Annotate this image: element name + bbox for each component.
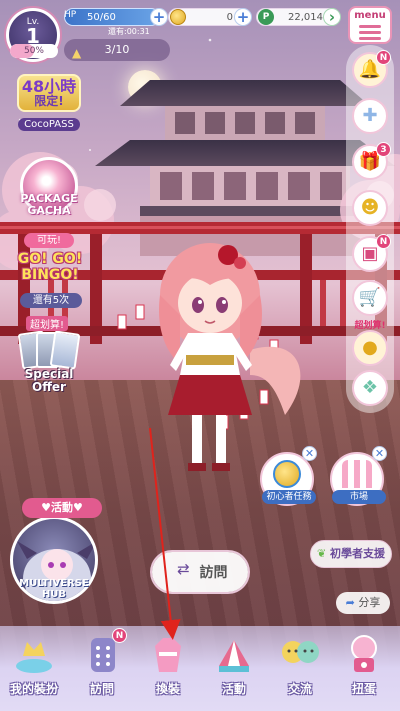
beginner-support-button[interactable]: ❦ 初學者支援 [310, 540, 392, 568]
nav-event-label: 活動 [221, 682, 246, 696]
cocopass-line2: 限定! [34, 94, 64, 108]
bingo-remaining-pill: 還有5次 [20, 293, 82, 308]
gacha-status-pill: 可玩! [24, 233, 74, 248]
cocopass-label: CocoPASS [18, 118, 80, 131]
event-logo: MULTIVERSE HUB [8, 578, 100, 600]
special-offer-promo[interactable]: 超划算! Special Offer [8, 316, 90, 394]
notification-badge: N [376, 50, 391, 65]
bingo-logo: GO! GO! BINGO! [8, 251, 92, 283]
nav-social[interactable]: 交流 [272, 634, 328, 704]
nav-visit-badge: N [112, 628, 127, 643]
nav-dress-up[interactable]: 換裝 [140, 634, 196, 704]
crown-pedestal-icon [13, 634, 55, 674]
capsule-machine-icon [343, 634, 385, 674]
clothing-icon: ❖ [361, 377, 379, 398]
hp-value: 50/60 [87, 12, 116, 23]
cocopass-promo[interactable]: 48小時 限定! CocoPASS [14, 74, 84, 138]
close-task-button[interactable]: ✕ [302, 446, 317, 461]
nav-my-outfit[interactable]: 我的裝扮 [6, 634, 62, 704]
market-label: 市場 [332, 490, 386, 504]
shop-cart-button[interactable]: 🛒 [352, 280, 388, 316]
close-market-button[interactable]: ✕ [372, 446, 387, 461]
share-button[interactable]: ➦ 分享 [336, 592, 390, 614]
outfit-icon [147, 634, 189, 674]
gacha-title-line2: GACHA [27, 204, 71, 217]
nav-dress-up-label: 換裝 [155, 682, 180, 696]
nav-gacha[interactable]: 扭蛋 [336, 634, 392, 704]
add-gems-button[interactable]: › [323, 8, 341, 26]
nav-social-label: 交流 [287, 682, 312, 696]
beginner-task-label: 初心者任務 [262, 490, 316, 504]
hp-timer: 還有:00:31 [108, 27, 150, 36]
special-offer-label: Special Offer [8, 368, 90, 394]
bingo-promo[interactable]: GO! GO! BINGO! 還有5次 [8, 251, 92, 313]
shopping-cart-icon: 🛒 [358, 287, 382, 308]
gem-icon: P [258, 9, 274, 25]
add-coins-button[interactable]: + [234, 8, 252, 26]
visit-button[interactable]: ⇄ 訪問 [152, 552, 248, 592]
nav-visit[interactable]: N 訪問 [74, 628, 130, 704]
menu-button[interactable]: menu [348, 6, 392, 44]
nav-event[interactable]: 活動 [206, 634, 262, 704]
clothing-button[interactable]: ❖ [352, 370, 388, 406]
level-number: 1 [26, 24, 40, 48]
character-icon: ☻ [360, 197, 380, 218]
event-logo-line1: MULTIVERSE [19, 578, 89, 589]
circus-tent-icon [213, 634, 255, 674]
hamburger-icon [359, 25, 381, 40]
menu-label: menu [354, 10, 386, 21]
gold-coin-icon: ● [362, 337, 378, 358]
share-label: 分享 [358, 596, 381, 609]
nav-my-outfit-label: 我的裝扮 [9, 682, 58, 696]
cocopass-ribbon: 48小時 限定! [17, 74, 81, 112]
present-box-icon: ▣ [361, 243, 379, 264]
gacha-title: PACKAGE GACHA [12, 193, 86, 217]
leaf-icon: ❦ [316, 547, 327, 560]
event-multiverse-hub[interactable]: ♥活動♥ MULTIVERSE HUB [8, 498, 102, 620]
event-tag: ♥活動♥ [22, 498, 102, 518]
present-badge: N [376, 234, 391, 249]
market-stall-icon [342, 460, 372, 488]
special-offer-line2: Offer [32, 380, 66, 394]
nav-gacha-label: 扭蛋 [351, 682, 376, 696]
visit-button-label: 訪問 [199, 565, 228, 581]
add-hp-button[interactable]: + [150, 8, 168, 26]
bingo-logo-line1: GO! GO! [17, 251, 83, 267]
level-progress-bar: 50% [10, 44, 58, 58]
bandage-icon: ✚ [362, 105, 378, 126]
chat-friends-icon [279, 634, 321, 674]
event-logo-line2: HUB [41, 589, 67, 600]
hp-label: HP [64, 10, 77, 20]
shuffle-icon: ⇄ [177, 560, 190, 578]
level-progress-text: 50% [23, 46, 44, 56]
coin-value: 0 [226, 12, 233, 23]
bandage-button[interactable]: ✚ [352, 98, 388, 134]
package-gacha-promo[interactable]: PACKAGE GACHA 可玩! [12, 157, 86, 248]
flag-counter-value: 3/10 [104, 43, 130, 56]
flag-counter[interactable]: ▲ 3/10 [64, 39, 170, 61]
beginner-support-label: 初學者支援 [330, 547, 386, 560]
gem-value: 22,014 [288, 12, 323, 23]
share-arrow-icon: ➦ [345, 596, 355, 609]
coin-icon [170, 9, 186, 25]
coin-offer-button[interactable]: ● [352, 330, 388, 366]
character-button[interactable]: ☻ [352, 190, 388, 226]
special-offer-cards [14, 328, 84, 372]
mountain-icon: ▲ [72, 46, 82, 60]
hp-meter: 50/60 [64, 8, 160, 26]
gift-badge: 3 [376, 142, 391, 157]
cocopass-line1: 48小時 [21, 77, 77, 96]
special-offer-tag: 超划算! [26, 316, 69, 331]
gold-medal-icon [273, 460, 301, 488]
avatar-character [117, 243, 301, 471]
bingo-logo-line2: BINGO! [21, 267, 79, 283]
nav-visit-label: 訪問 [89, 682, 114, 696]
top-status-bar: Lv. 1 50% 50/60 HP + 還有:00:31 0 + 22,014… [0, 0, 400, 64]
